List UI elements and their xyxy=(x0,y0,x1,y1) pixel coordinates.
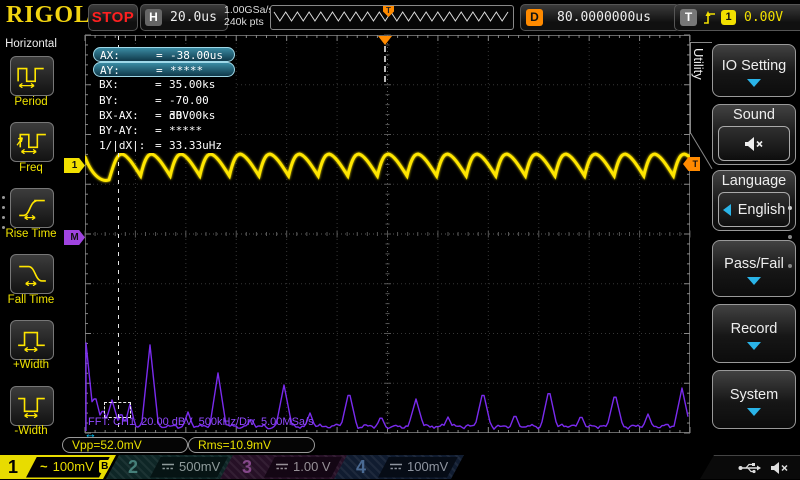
channel3-scale: 1.00 V xyxy=(293,459,331,474)
channel4-settings: 100mV xyxy=(390,459,448,474)
speaker-muted-icon xyxy=(771,461,788,474)
cursor-row-bx: BX: = 35.00ks xyxy=(99,78,216,92)
oscilloscope-screen: RIGOL STOP H 20.0us 1.00GSa/s 240k pts T… xyxy=(0,0,800,480)
menu-io-setting[interactable]: IO Setting xyxy=(712,44,796,97)
trigger-position-marker[interactable] xyxy=(378,36,392,45)
speaker-muted-icon xyxy=(745,136,763,151)
channel4-tab[interactable]: 4 100mV xyxy=(334,455,464,479)
right-menu-page-dot xyxy=(788,264,792,268)
cursor-row-bx-ax: BX-AX: = 30.00ks xyxy=(99,108,216,122)
right-menu-page-dot xyxy=(788,235,792,239)
channel1-settings: ~ 100mV B xyxy=(40,459,111,474)
chevron-down-icon xyxy=(747,277,761,285)
channel1-number: 1 xyxy=(8,457,19,477)
language-select[interactable]: English xyxy=(718,192,790,227)
chevron-down-icon xyxy=(747,408,761,416)
channel1-tab[interactable]: 1 ~ 100mV B xyxy=(0,455,116,479)
channel3-number: 3 xyxy=(242,457,253,477)
cursor-row-by-ay: BY-AY: = ***** xyxy=(99,123,203,137)
trigger-position-line xyxy=(384,46,386,82)
channel4-scale: 100mV xyxy=(407,459,449,474)
measurement-rms: Rms=10.9mV xyxy=(188,437,315,453)
chevron-left-icon xyxy=(722,203,731,216)
sound-toggle[interactable] xyxy=(718,126,790,161)
utility-menu-tab: Utility xyxy=(691,48,706,80)
channel2-tab[interactable]: 2 500mV xyxy=(106,455,234,479)
channel3-tab[interactable]: 3 1.00 V xyxy=(220,455,348,479)
cursor-row-inv-dx: 1/|dX|: = 33.33uHz xyxy=(99,139,222,153)
dc-coupling-icon xyxy=(276,462,288,471)
usb-icon xyxy=(738,462,761,473)
language-value: English xyxy=(737,201,786,218)
chevron-down-icon xyxy=(747,79,761,87)
cursor-row-ay: AY: = ***** xyxy=(93,62,235,78)
fft-status-text: FFT: CH1 20.00 dBV 500kHz/Div 5.00MSa/s xyxy=(88,416,314,428)
menu-language[interactable]: Language English xyxy=(712,170,796,231)
menu-pass-fail[interactable]: Pass/Fail xyxy=(712,240,796,297)
cursor-measurement-panel: AX: = -38.00us AY: = ***** BX: = 35.00ks… xyxy=(93,47,235,154)
channel3-settings: 1.00 V xyxy=(276,459,331,474)
dc-coupling-icon xyxy=(390,462,402,471)
right-menu-page-dot xyxy=(788,206,792,210)
menu-system[interactable]: System xyxy=(712,370,796,429)
channel2-number: 2 xyxy=(128,457,139,477)
channel2-settings: 500mV xyxy=(162,459,220,474)
cursor-row-by: BY: = -70.00 dBV xyxy=(99,93,209,122)
dc-coupling-icon xyxy=(162,462,174,471)
measurement-vpp: Vpp=52.0mV xyxy=(62,437,188,453)
chevron-down-icon xyxy=(747,342,761,350)
menu-record[interactable]: Record xyxy=(712,304,796,363)
cursor-row-ax: AX: = -38.00us xyxy=(93,47,235,63)
ac-coupling-icon: ~ xyxy=(40,459,48,474)
utility-tab-outline xyxy=(690,42,712,43)
channel4-number: 4 xyxy=(356,457,367,477)
channel1-scale: 100mV xyxy=(52,459,94,474)
status-icon-tray xyxy=(700,455,800,479)
channel2-scale: 500mV xyxy=(179,459,221,474)
menu-sound[interactable]: Sound xyxy=(712,104,796,165)
